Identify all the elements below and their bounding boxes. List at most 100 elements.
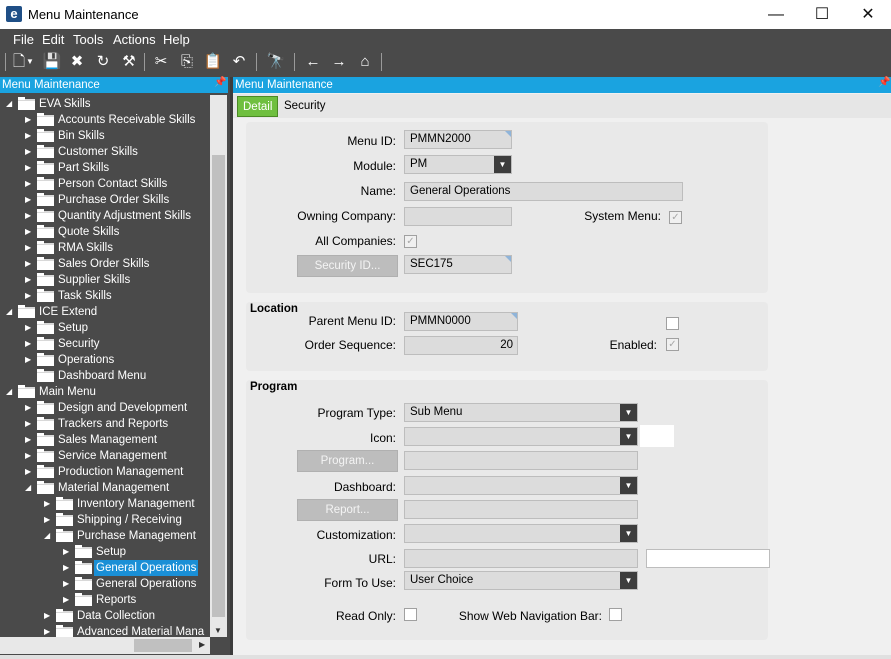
tree-item[interactable]: ▶ Accounts Receivable Skills: [0, 112, 210, 128]
expand-arrow-icon[interactable]: ▶: [25, 336, 35, 352]
expand-arrow-icon[interactable]: ▶: [25, 112, 35, 128]
tree-item[interactable]: ▶ Purchase Order Skills: [0, 192, 210, 208]
customization-select[interactable]: ▼: [404, 524, 638, 543]
expand-arrow-icon[interactable]: ▶: [25, 128, 35, 144]
all-companies-checkbox[interactable]: ✓: [404, 235, 417, 248]
tree-item[interactable]: ▶ Data Collection: [0, 608, 210, 624]
name-field[interactable]: General Operations: [404, 182, 683, 201]
expand-arrow-icon[interactable]: ▶: [25, 288, 35, 304]
pin-icon[interactable]: 📌: [878, 77, 890, 88]
expand-arrow-icon[interactable]: ▶: [25, 240, 35, 256]
system-menu-checkbox[interactable]: ✓: [669, 211, 682, 224]
cut-icon[interactable]: ✂: [151, 52, 171, 72]
collapse-arrow-icon[interactable]: ◢: [44, 528, 54, 544]
chevron-down-icon[interactable]: ▼: [494, 156, 511, 173]
security-id-button[interactable]: Security ID...: [297, 255, 398, 277]
collapse-arrow-icon[interactable]: ◢: [25, 480, 35, 496]
paste-icon[interactable]: 📋: [203, 52, 223, 72]
maximize-button[interactable]: ☐: [799, 0, 845, 29]
tree-item[interactable]: ▶ Sales Order Skills: [0, 256, 210, 272]
tree-item[interactable]: ▶ Inventory Management: [0, 496, 210, 512]
tree-item[interactable]: ▶ Bin Skills: [0, 128, 210, 144]
tree-item[interactable]: Dashboard Menu: [0, 368, 210, 384]
expand-arrow-icon[interactable]: ▶: [25, 192, 35, 208]
show-web-nav-checkbox[interactable]: [609, 608, 622, 621]
expand-arrow-icon[interactable]: ▶: [44, 512, 54, 528]
enabled-checkbox[interactable]: ✓: [666, 338, 679, 351]
security-id-field[interactable]: SEC175: [404, 255, 512, 274]
tree-item[interactable]: ▶ RMA Skills: [0, 240, 210, 256]
expand-arrow-icon[interactable]: ▶: [25, 144, 35, 160]
chevron-down-icon[interactable]: ▼: [620, 404, 637, 421]
expand-arrow-icon[interactable]: ▶: [25, 208, 35, 224]
tree-item[interactable]: ▶ Service Management: [0, 448, 210, 464]
url-field[interactable]: [404, 549, 638, 568]
expand-arrow-icon[interactable]: ▶: [44, 608, 54, 624]
scroll-right-icon[interactable]: ▶: [199, 640, 205, 649]
tree-item[interactable]: ▶ Shipping / Receiving: [0, 512, 210, 528]
expand-arrow-icon[interactable]: ▶: [63, 592, 73, 608]
tree-item[interactable]: ▶ Production Management: [0, 464, 210, 480]
forward-icon[interactable]: →: [329, 52, 349, 72]
chevron-down-icon[interactable]: ▼: [620, 477, 637, 494]
close-button[interactable]: ✕: [845, 0, 891, 29]
tree-item[interactable]: ▶ Operations: [0, 352, 210, 368]
expand-arrow-icon[interactable]: ▶: [25, 448, 35, 464]
expand-arrow-icon[interactable]: ▶: [63, 560, 73, 576]
tree-item[interactable]: ◢ Material Management: [0, 480, 210, 496]
new-dropdown-icon[interactable]: ▼: [25, 52, 35, 72]
expand-arrow-icon[interactable]: ▶: [63, 576, 73, 592]
scroll-down-icon[interactable]: ▼: [214, 626, 222, 635]
parent-menu-id-field[interactable]: PMMN0000: [404, 312, 518, 331]
unlabeled-checkbox[interactable]: [666, 317, 679, 330]
expand-arrow-icon[interactable]: ▶: [25, 224, 35, 240]
expand-arrow-icon[interactable]: ▶: [25, 400, 35, 416]
refresh-icon[interactable]: ↻: [93, 52, 113, 72]
tree-item[interactable]: ▶ Customer Skills: [0, 144, 210, 160]
owning-company-field[interactable]: [404, 207, 512, 226]
expand-arrow-icon[interactable]: ▶: [25, 464, 35, 480]
tree-item[interactable]: ◢ Purchase Management: [0, 528, 210, 544]
chevron-down-icon[interactable]: ▼: [620, 428, 637, 445]
tab-detail[interactable]: Detail: [237, 96, 279, 117]
url-extra-field[interactable]: [646, 549, 770, 568]
expand-arrow-icon[interactable]: ▶: [25, 176, 35, 192]
chevron-down-icon[interactable]: ▼: [620, 525, 637, 542]
expand-arrow-icon[interactable]: ▶: [25, 272, 35, 288]
form-to-use-select[interactable]: User Choice ▼: [404, 571, 638, 590]
expand-arrow-icon[interactable]: ▶: [63, 544, 73, 560]
program-button[interactable]: Program...: [297, 450, 398, 472]
collapse-arrow-icon[interactable]: ◢: [6, 304, 16, 320]
program-type-select[interactable]: Sub Menu ▼: [404, 403, 638, 422]
tree-item[interactable]: ◢ Main Menu: [0, 384, 210, 400]
read-only-checkbox[interactable]: [404, 608, 417, 621]
menu-actions[interactable]: Actions: [113, 32, 156, 47]
clear-icon[interactable]: ⚒: [119, 52, 139, 72]
menu-file[interactable]: File: [13, 32, 34, 47]
menu-help[interactable]: Help: [163, 32, 190, 47]
expand-arrow-icon[interactable]: ▶: [25, 160, 35, 176]
back-icon[interactable]: ←: [303, 52, 323, 72]
tree-item[interactable]: ▶ Person Contact Skills: [0, 176, 210, 192]
dashboard-select[interactable]: ▼: [404, 476, 638, 495]
program-field[interactable]: [404, 451, 638, 470]
tab-security[interactable]: Security: [279, 96, 331, 117]
report-field[interactable]: [404, 500, 638, 519]
undo-icon[interactable]: ↶: [229, 52, 249, 72]
tree-item[interactable]: ▶ Supplier Skills: [0, 272, 210, 288]
menu-edit[interactable]: Edit: [42, 32, 64, 47]
tree-item[interactable]: ▶ Security: [0, 336, 210, 352]
save-icon[interactable]: 💾: [42, 52, 62, 72]
tree-item[interactable]: ▶ Quote Skills: [0, 224, 210, 240]
tree-item[interactable]: ▶ General Operations: [0, 560, 210, 576]
tree-item[interactable]: ▶ Part Skills: [0, 160, 210, 176]
minimize-button[interactable]: —: [753, 0, 799, 29]
home-icon[interactable]: ⌂: [355, 52, 375, 72]
tree-item[interactable]: ◢ EVA Skills: [0, 96, 210, 112]
tree-item[interactable]: ▶ General Operations: [0, 576, 210, 592]
tree-horizontal-scroll-thumb[interactable]: [134, 639, 192, 652]
tree-vertical-scrollbar[interactable]: ▼: [210, 95, 227, 637]
tree-item[interactable]: ▶ Setup: [0, 544, 210, 560]
tree-vertical-scroll-thumb[interactable]: [212, 155, 225, 617]
collapse-arrow-icon[interactable]: ◢: [6, 96, 16, 112]
